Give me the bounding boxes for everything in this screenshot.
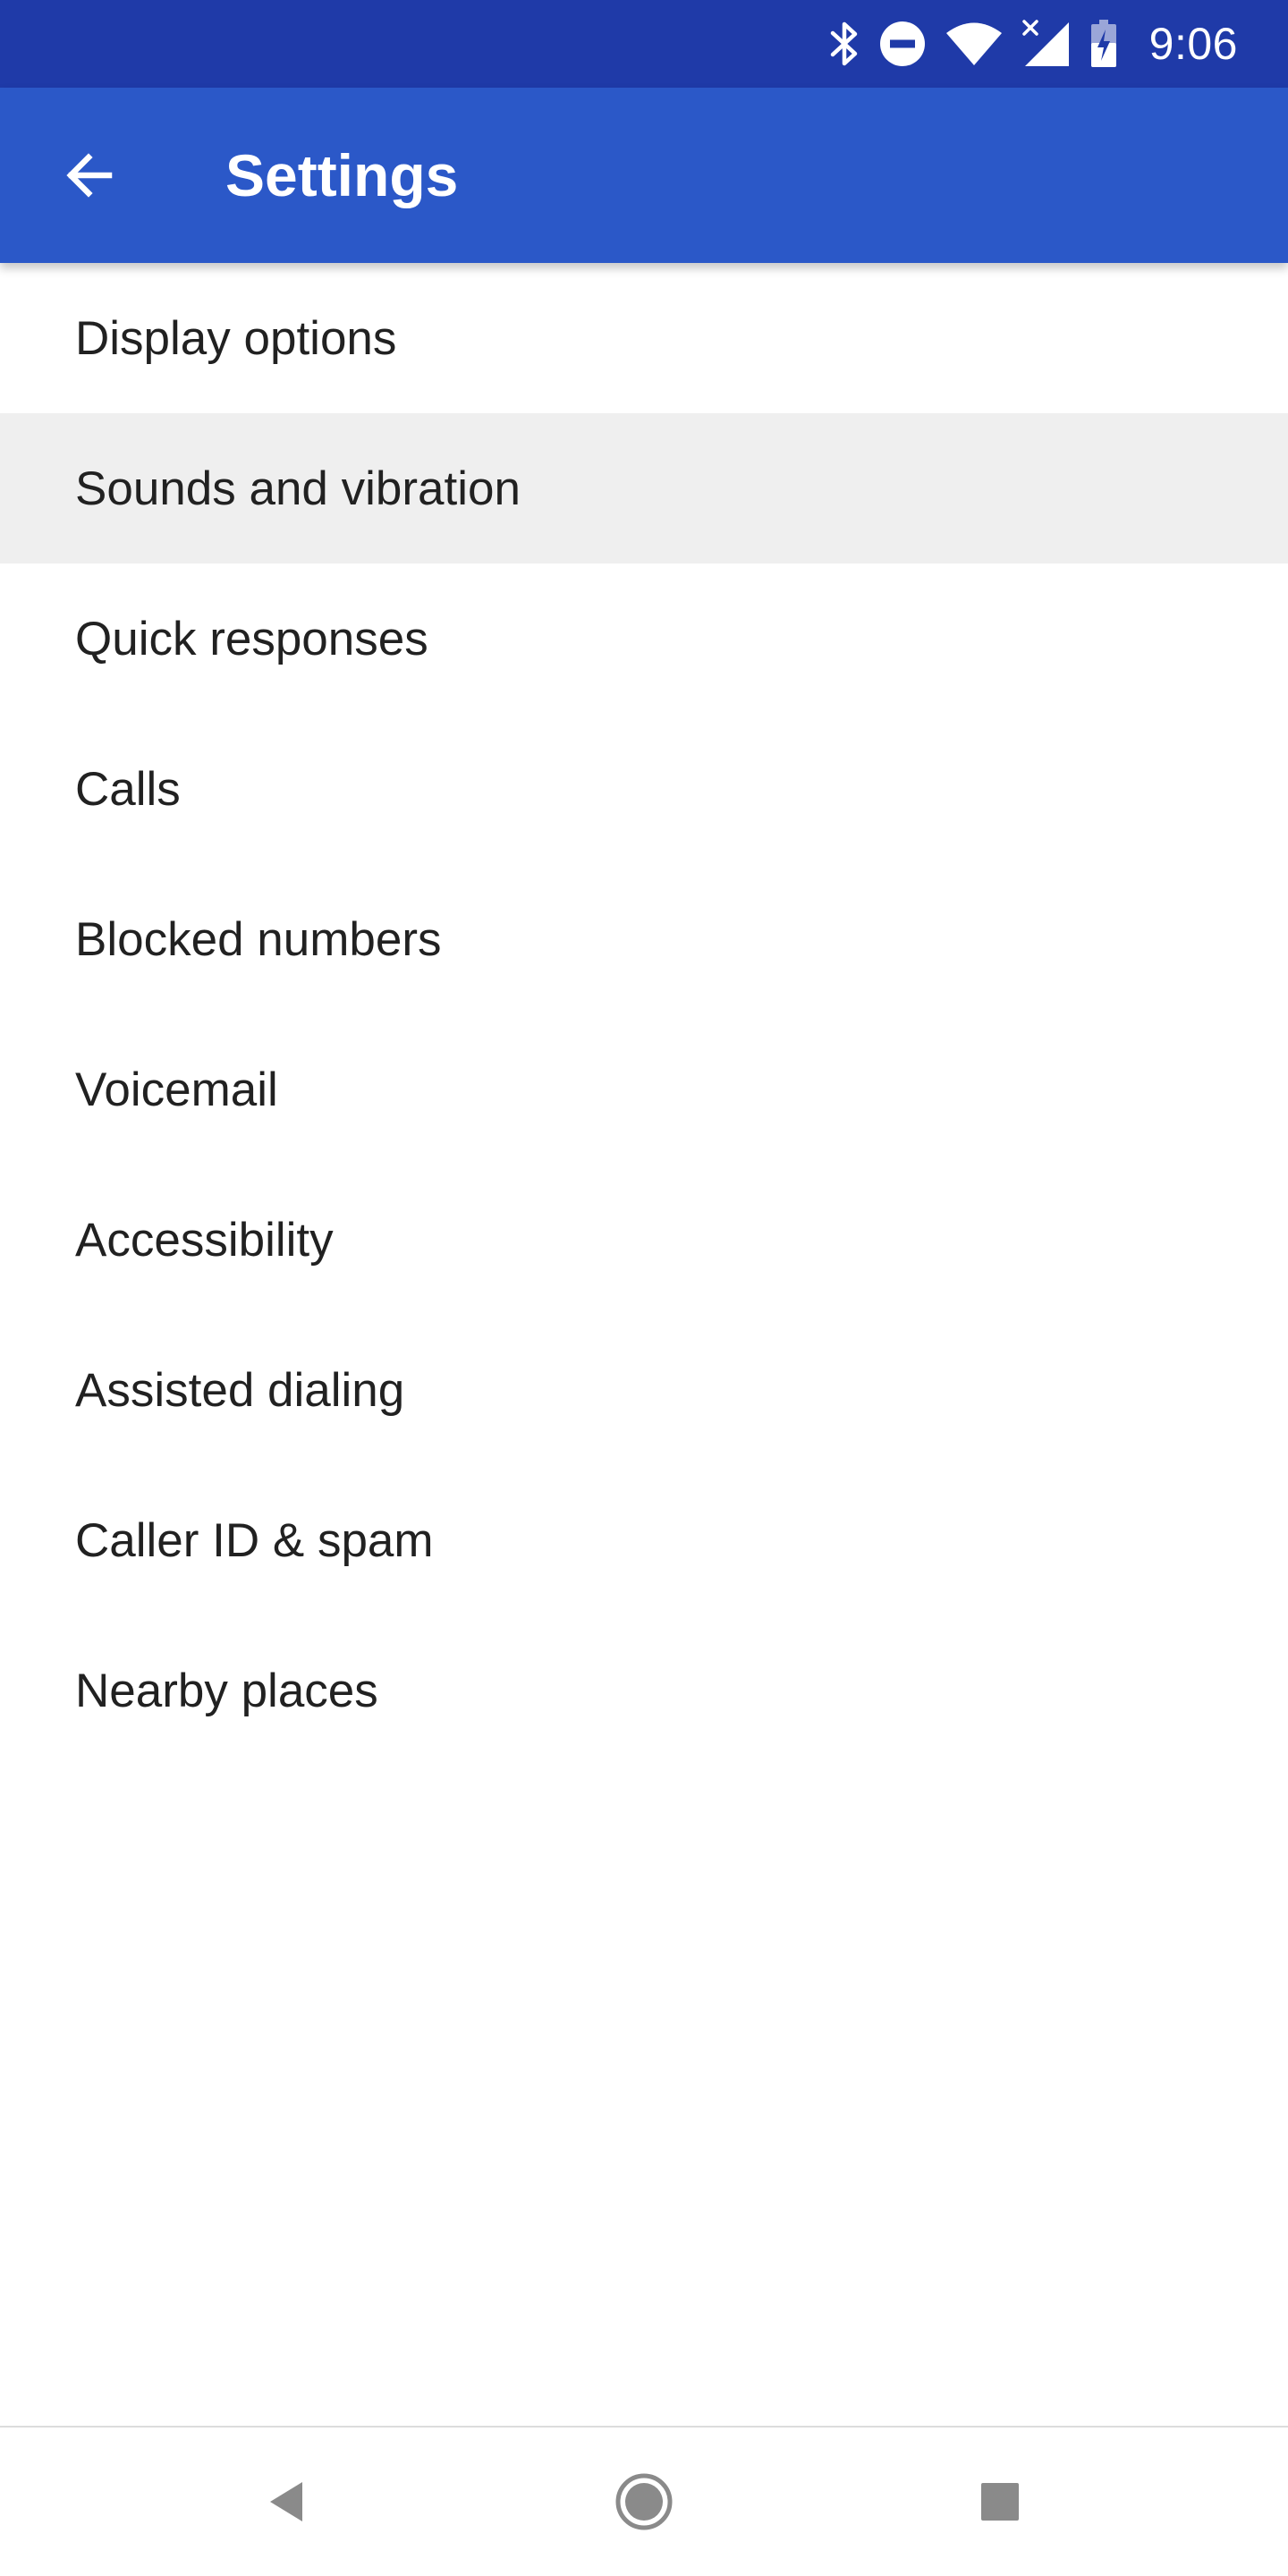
back-triangle-icon: [270, 2482, 302, 2521]
status-bar: 9:06: [0, 0, 1288, 88]
status-time: 9:06: [1148, 19, 1238, 69]
system-nav-bar: [0, 2428, 1288, 2576]
settings-item-label: Calls: [75, 762, 181, 816]
home-circle-icon: [615, 2473, 673, 2530]
battery-charging-icon: [1090, 20, 1117, 68]
settings-item-accessibility[interactable]: Accessibility: [0, 1165, 1288, 1315]
settings-list: Display options Sounds and vibration Qui…: [0, 263, 1288, 1766]
settings-item-label: Display options: [75, 311, 397, 365]
arrow-back-icon: [66, 153, 113, 198]
settings-item-label: Caller ID & spam: [75, 1513, 434, 1567]
wifi-icon: [945, 21, 1003, 66]
nav-back-button[interactable]: [233, 2448, 340, 2555]
settings-item-assisted-dialing[interactable]: Assisted dialing: [0, 1315, 1288, 1465]
settings-item-quick-responses[interactable]: Quick responses: [0, 564, 1288, 714]
settings-item-nearby-places[interactable]: Nearby places: [0, 1615, 1288, 1766]
recents-square-icon: [981, 2483, 1019, 2521]
settings-item-label: Sounds and vibration: [75, 462, 521, 515]
settings-item-voicemail[interactable]: Voicemail: [0, 1014, 1288, 1165]
cell-signal-no-data-icon: [1021, 20, 1071, 68]
settings-item-label: Assisted dialing: [75, 1363, 405, 1417]
settings-item-caller-id-spam[interactable]: Caller ID & spam: [0, 1465, 1288, 1615]
settings-item-label: Voicemail: [75, 1063, 278, 1116]
back-button[interactable]: [36, 122, 143, 229]
settings-item-label: Nearby places: [75, 1664, 378, 1717]
settings-item-label: Quick responses: [75, 612, 428, 665]
do-not-disturb-icon: [879, 21, 926, 67]
app-bar: Settings: [0, 88, 1288, 263]
settings-item-label: Accessibility: [75, 1213, 334, 1267]
nav-home-button[interactable]: [590, 2448, 698, 2555]
settings-item-label: Blocked numbers: [75, 912, 442, 966]
settings-item-sounds-and-vibration[interactable]: Sounds and vibration: [0, 413, 1288, 564]
settings-item-calls[interactable]: Calls: [0, 714, 1288, 864]
nav-recents-button[interactable]: [946, 2448, 1054, 2555]
settings-item-display-options[interactable]: Display options: [0, 263, 1288, 413]
page-title: Settings: [225, 142, 459, 208]
settings-item-blocked-numbers[interactable]: Blocked numbers: [0, 864, 1288, 1014]
bluetooth-icon: [829, 20, 860, 68]
status-icons: 9:06: [829, 0, 1238, 88]
